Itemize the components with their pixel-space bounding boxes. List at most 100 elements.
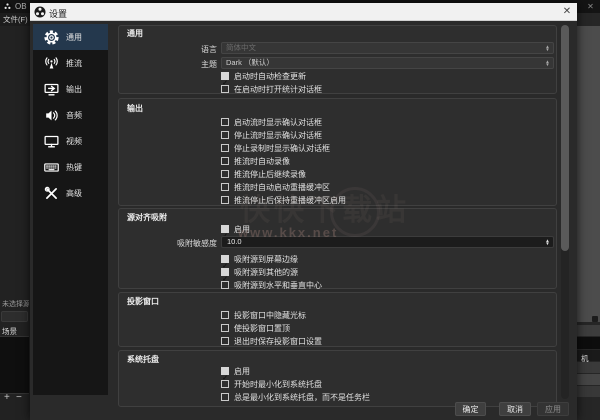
no-source-selected-label: 未选择源 [2,299,29,309]
settings-scrollbar-track[interactable] [561,25,569,399]
checkbox-label: 推流时自动录像 [234,156,290,167]
ok-button[interactable]: 确定 [455,402,486,416]
spinner-icon[interactable]: ▲▼ [543,237,552,247]
mixer-bar [577,386,600,397]
checkbox[interactable] [221,337,229,345]
checkbox-snap-other-sources[interactable]: 吸附源到其他的源 [221,267,298,277]
obs-logo-icon [34,6,46,18]
sidebar-item-audio[interactable]: 音频 [33,102,108,128]
settings-close-icon[interactable]: ✕ [560,5,574,19]
checkbox[interactable] [221,380,229,388]
add-scene-button[interactable]: + [4,392,10,403]
checkbox-projector-hide-cursor[interactable]: 投影窗口中隐藏光标 [221,310,306,320]
dock-gear-icon[interactable] [592,316,598,322]
settings-sidebar: 通用 推流 输出 音频 [33,24,108,395]
checkbox-confirm-stop-stream[interactable]: 停止流时显示确认对话框 [221,130,322,140]
sidebar-item-output[interactable]: 输出 [33,76,108,102]
sidebar-item-label: 高级 [66,188,82,199]
group-projector: 投影窗口 投影窗口中隐藏光标 使投影窗口置顶 退出时保存投影窗口设置 [118,292,557,347]
settings-scrollbar-thumb[interactable] [561,25,569,251]
menu-file[interactable]: 文件(F) [3,14,28,25]
dock-combo-stub[interactable] [1,311,28,322]
language-select[interactable]: 简体中文 ▲▼ [221,42,554,54]
theme-select[interactable]: Dark （默认） ▲▼ [221,57,554,69]
checkbox-label: 推流停止后继续录像 [234,169,306,180]
sidebar-item-label: 视频 [66,136,82,147]
monitor-icon [42,132,60,150]
snap-sensitivity-value: 10.0 [227,237,242,246]
checkbox[interactable] [221,170,229,178]
checkbox[interactable] [221,367,229,375]
sidebar-item-label: 通用 [66,32,82,43]
checkbox[interactable] [221,131,229,139]
checkbox-record-when-streaming[interactable]: 推流时自动录像 [221,156,290,166]
settings-title: 设置 [49,7,67,20]
main-left-dock: 未选择源 场景 + − [0,26,30,420]
checkbox-confirm-stop-record[interactable]: 停止录制时显示确认对话框 [221,143,330,153]
checkbox[interactable] [221,118,229,126]
checkbox[interactable] [221,225,229,233]
remove-scene-button[interactable]: − [16,392,22,403]
checkbox[interactable] [221,311,229,319]
main-window-close-icon[interactable]: ✕ [583,1,598,12]
checkbox[interactable] [221,393,229,401]
checkbox-confirm-start-stream[interactable]: 启动流时显示确认对话框 [221,117,322,127]
settings-dialog: 设置 ✕ 通用 推流 输出 [30,3,577,420]
sidebar-item-advanced[interactable]: 高级 [33,180,108,206]
group-tray: 系统托盘 启用 开始时最小化到系统托盘 总是最小化到系统托盘，而不是任务栏 [118,350,557,407]
checkbox-replay-buffer-keep[interactable]: 推流停止后保持重播缓冲区启用 [221,195,346,205]
checkbox-label: 在启动时打开统计对话框 [234,84,322,95]
checkbox-open-stats[interactable]: 在启动时打开统计对话框 [221,84,322,94]
checkbox-projector-always-on-top[interactable]: 使投影窗口置顶 [221,323,290,333]
checkbox-snap-screen-edge[interactable]: 吸附源到屏幕边缘 [221,254,298,264]
sidebar-item-video[interactable]: 视频 [33,128,108,154]
checkbox[interactable] [221,196,229,204]
checkbox[interactable] [221,324,229,332]
checkbox-tray-minimize-on-start[interactable]: 开始时最小化到系统托盘 [221,379,322,389]
mixer-bar [577,337,600,349]
apply-button[interactable]: 应用 [537,402,569,416]
settings-titlebar[interactable]: 设置 ✕ [30,3,577,21]
checkbox-label: 停止流时显示确认对话框 [234,130,322,141]
checkbox-label: 退出时保存投影窗口设置 [234,336,322,347]
group-general-title: 通用 [127,28,143,39]
group-output: 输出 启动流时显示确认对话框 停止流时显示确认对话框 停止录制时显示确认对话框 … [118,98,557,206]
checkbox-label: 吸附源到屏幕边缘 [234,254,298,265]
checkbox[interactable] [221,183,229,191]
sidebar-item-hotkeys[interactable]: 热键 [33,154,108,180]
main-window-title: OB [15,2,29,11]
language-label: 语言 [119,44,217,55]
sidebar-item-label: 推流 [66,58,82,69]
checkbox-label: 启用 [234,366,250,377]
sidebar-item-stream[interactable]: 推流 [33,50,108,76]
checkbox-projector-save-on-exit[interactable]: 退出时保存投影窗口设置 [221,336,322,346]
scenes-list[interactable] [0,336,29,394]
checkbox[interactable] [221,72,229,80]
cancel-button[interactable]: 取消 [499,402,531,416]
checkbox-snapping-enable[interactable]: 启用 [221,224,250,234]
group-tray-title: 系统托盘 [127,354,159,365]
gear-icon [42,28,60,46]
checkbox-label: 使投影窗口置顶 [234,323,290,334]
checkbox-auto-update[interactable]: 启动时自动检查更新 [221,71,306,81]
checkbox[interactable] [221,157,229,165]
spinner-icon: ▲▼ [543,58,552,68]
checkbox[interactable] [221,144,229,152]
checkbox[interactable] [221,268,229,276]
checkbox-tray-always-minimize[interactable]: 总是最小化到系统托盘，而不是任务栏 [221,392,370,402]
scenes-toolbar: + − [0,393,29,405]
checkbox[interactable] [221,281,229,289]
checkbox-keep-recording[interactable]: 推流停止后继续录像 [221,169,306,179]
checkbox[interactable] [221,255,229,263]
checkbox-label: 投影窗口中隐藏光标 [234,310,306,321]
spinner-icon: ▲▼ [543,43,552,53]
mixer-bar [577,374,600,385]
checkbox-tray-enable[interactable]: 启用 [221,366,250,376]
theme-value: Dark （默认） [226,58,274,67]
sidebar-item-general[interactable]: 通用 [33,24,108,50]
checkbox-label: 启动流时显示确认对话框 [234,117,322,128]
snap-sensitivity-input[interactable]: 10.0 ▲▼ [221,236,554,248]
checkbox-snap-center[interactable]: 吸附源到水平和垂直中心 [221,280,322,290]
checkbox[interactable] [221,85,229,93]
checkbox-replay-buffer-start[interactable]: 推流时自动启动重播缓冲区 [221,182,330,192]
